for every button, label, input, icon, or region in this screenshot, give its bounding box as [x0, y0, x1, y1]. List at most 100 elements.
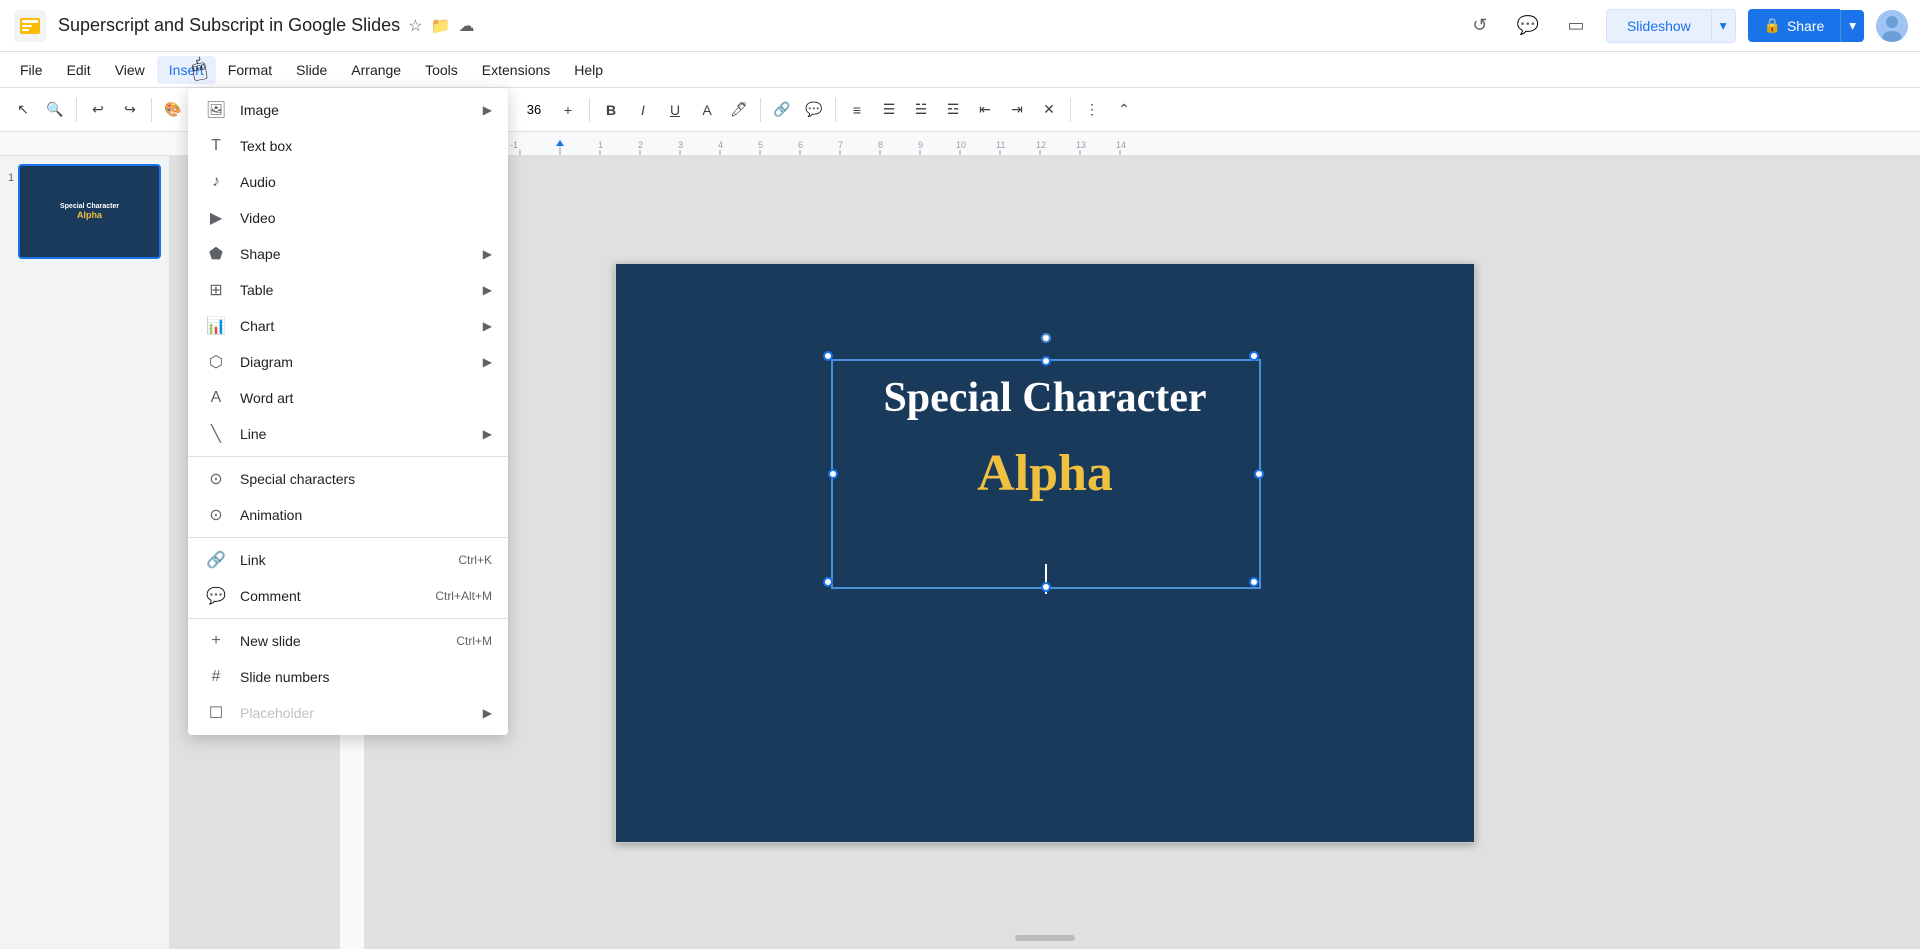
select-tool-button[interactable]: ↖: [8, 95, 38, 125]
insert-comment-button[interactable]: 💬: [799, 95, 829, 125]
menu-item-extensions[interactable]: Extensions: [470, 56, 562, 84]
collapse-toolbar-button[interactable]: ⌃: [1109, 95, 1139, 125]
placeholder-arrow-icon: ▶: [483, 706, 492, 720]
slideshow-dropdown-button[interactable]: ▾: [1712, 9, 1736, 43]
svg-text:6: 6: [798, 140, 803, 150]
svg-text:1: 1: [598, 140, 603, 150]
presentation-mode-button[interactable]: ▭: [1558, 8, 1594, 44]
toolbar-separator-2: [151, 98, 152, 122]
svg-text:7: 7: [838, 140, 843, 150]
handle-bot-left[interactable]: [823, 577, 833, 587]
indent-increase-button[interactable]: ⇥: [1002, 95, 1032, 125]
handle-mid-right[interactable]: [1254, 469, 1264, 479]
menu-item-help[interactable]: Help: [562, 56, 615, 84]
paint-format-button[interactable]: 🎨: [158, 95, 188, 125]
handle-rotate[interactable]: [1041, 333, 1051, 343]
italic-button[interactable]: I: [628, 95, 658, 125]
insert-menu-item-placeholder: ☐Placeholder▶: [188, 695, 508, 731]
number-list-button[interactable]: ☲: [938, 95, 968, 125]
animation-label: Animation: [240, 507, 492, 523]
insert-menu-item-newslide[interactable]: +New slideCtrl+M: [188, 623, 508, 659]
doc-title-text[interactable]: Superscript and Subscript in Google Slid…: [58, 15, 400, 36]
star-icon[interactable]: ☆: [408, 16, 422, 36]
chat-button[interactable]: 💬: [1510, 8, 1546, 44]
handle-top-right[interactable]: [1249, 351, 1259, 361]
comment-label: Comment: [240, 588, 435, 604]
handle-top-left[interactable]: [823, 351, 833, 361]
toolbar-separator-8: [835, 98, 836, 122]
user-avatar[interactable]: [1876, 10, 1908, 42]
handle-mid-left[interactable]: [828, 469, 838, 479]
doc-title: Superscript and Subscript in Google Slid…: [58, 15, 1462, 36]
insert-menu-item-video[interactable]: ▶Video: [188, 200, 508, 236]
handle-top-mid[interactable]: [1041, 356, 1051, 366]
menu-item-format[interactable]: Format: [216, 56, 284, 84]
toolbar-separator-6: [589, 98, 590, 122]
text-color-button[interactable]: A: [692, 95, 722, 125]
insert-menu-item-animation[interactable]: ⊙Animation: [188, 497, 508, 533]
slide-canvas[interactable]: Special Character Alpha: [615, 263, 1475, 843]
insert-menu-item-link[interactable]: 🔗LinkCtrl+K: [188, 542, 508, 578]
textbox-label: Text box: [240, 138, 492, 154]
line-label: Line: [240, 426, 483, 442]
menu-item-file[interactable]: File: [8, 56, 55, 84]
comment-icon: 💬: [204, 584, 228, 608]
bullet-list-button[interactable]: ☱: [906, 95, 936, 125]
menu-item-insert[interactable]: Insert: [157, 56, 216, 84]
slideshow-button[interactable]: Slideshow: [1606, 9, 1712, 43]
history-button[interactable]: ↺: [1462, 8, 1498, 44]
redo-button[interactable]: ↪: [115, 95, 145, 125]
link-label: Link: [240, 552, 458, 568]
link-button[interactable]: 🔗: [767, 95, 797, 125]
share-button[interactable]: 🔒 Share: [1748, 9, 1841, 42]
video-icon: ▶: [204, 206, 228, 230]
insert-menu-item-table[interactable]: ⊞Table▶: [188, 272, 508, 308]
menu-item-view[interactable]: View: [103, 56, 157, 84]
folder-icon[interactable]: 📁: [431, 16, 451, 36]
slide-preview-content: Special Character Alpha: [56, 199, 123, 224]
zoom-button[interactable]: 🔍: [40, 95, 70, 125]
slide-thumbnail-1[interactable]: Special Character Alpha: [18, 164, 161, 259]
app-logo[interactable]: [12, 8, 48, 44]
insert-menu-item-shape[interactable]: ⬟Shape▶: [188, 236, 508, 272]
horizontal-scrollbar[interactable]: [1015, 935, 1075, 941]
svg-text:-1: -1: [510, 140, 518, 150]
share-dropdown-button[interactable]: ▾: [1840, 10, 1864, 42]
cloud-icon[interactable]: ☁: [458, 16, 474, 36]
menu-item-edit[interactable]: Edit: [55, 56, 103, 84]
font-size-increase-button[interactable]: +: [553, 95, 583, 125]
insert-menu-item-textbox[interactable]: TText box: [188, 128, 508, 164]
clear-format-button[interactable]: ✕: [1034, 95, 1064, 125]
insert-menu-item-diagram[interactable]: ⬡Diagram▶: [188, 344, 508, 380]
align-center-button[interactable]: ☰: [874, 95, 904, 125]
insert-menu-item-image[interactable]: 🖼Image▶: [188, 92, 508, 128]
indent-decrease-button[interactable]: ⇤: [970, 95, 1000, 125]
line-arrow-icon: ▶: [483, 427, 492, 441]
chart-label: Chart: [240, 318, 483, 334]
align-left-button[interactable]: ≡: [842, 95, 872, 125]
handle-bot-mid[interactable]: [1041, 582, 1051, 592]
insert-menu-item-line[interactable]: ╲Line▶: [188, 416, 508, 452]
svg-text:5: 5: [758, 140, 763, 150]
insert-menu-item-comment[interactable]: 💬CommentCtrl+Alt+M: [188, 578, 508, 614]
insert-menu-item-chart[interactable]: 📊Chart▶: [188, 308, 508, 344]
menu-item-arrange[interactable]: Arrange: [339, 56, 413, 84]
menu-item-slide[interactable]: Slide: [284, 56, 339, 84]
more-options-button[interactable]: ⋮: [1077, 95, 1107, 125]
menu-divider-divider1: [188, 456, 508, 457]
svg-text:13: 13: [1076, 140, 1086, 150]
bold-button[interactable]: B: [596, 95, 626, 125]
underline-button[interactable]: U: [660, 95, 690, 125]
insert-menu-item-slidenumbers[interactable]: #Slide numbers: [188, 659, 508, 695]
highlight-button[interactable]: 🖊: [724, 95, 754, 125]
insert-menu-item-wordart[interactable]: AWord art: [188, 380, 508, 416]
insert-menu-item-audio[interactable]: ♪Audio: [188, 164, 508, 200]
handle-bot-right[interactable]: [1249, 577, 1259, 587]
menu-item-tools[interactable]: Tools: [413, 56, 470, 84]
insert-menu-dropdown: 🖼Image▶TText box♪Audio▶Video⬟Shape▶⊞Tabl…: [188, 88, 508, 735]
insert-menu-item-specialchars[interactable]: ⊙Special characters: [188, 461, 508, 497]
svg-text:10: 10: [956, 140, 966, 150]
undo-button[interactable]: ↩: [83, 95, 113, 125]
menu-bar: FileEditViewInsertFormatSlideArrangeTool…: [0, 52, 1920, 88]
font-size-input[interactable]: [518, 102, 550, 117]
